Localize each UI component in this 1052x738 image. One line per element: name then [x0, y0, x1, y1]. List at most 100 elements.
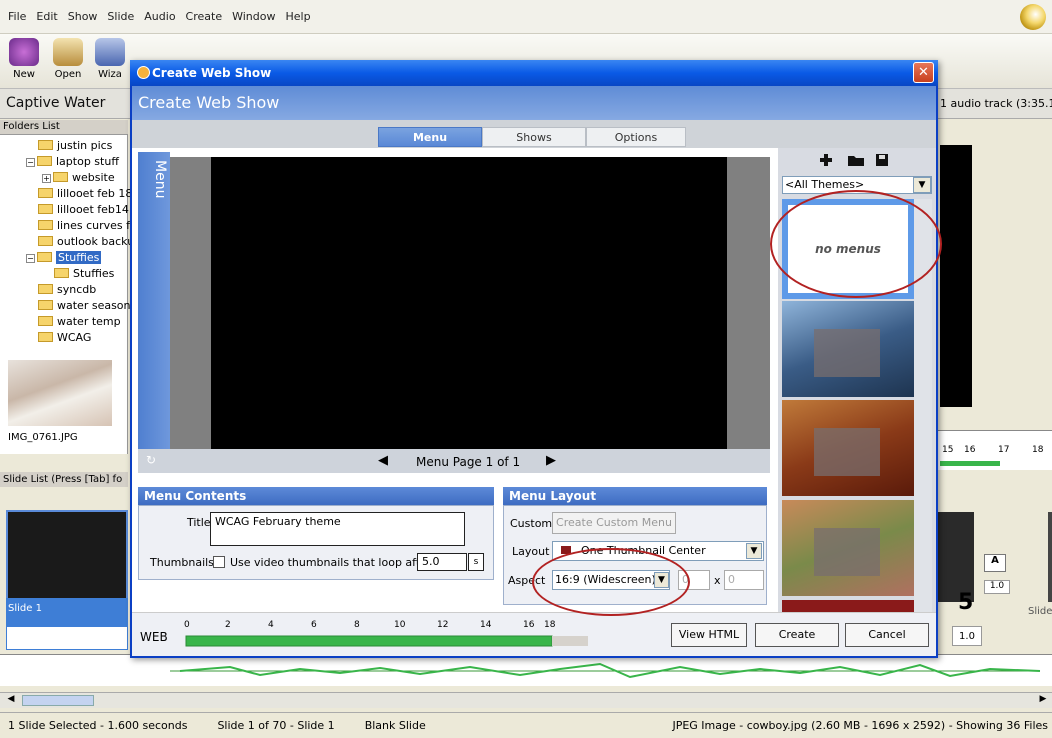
menu-window[interactable]: Window	[232, 10, 275, 23]
aspect-x-label: x	[714, 574, 721, 587]
scroll-left-icon[interactable]: ◀	[4, 694, 18, 707]
aspect-height-input[interactable]: 0	[724, 570, 764, 590]
chevron-down-icon[interactable]: ▼	[913, 177, 931, 193]
timeline-ruler[interactable]: 15 16 17 18	[938, 430, 1052, 470]
folder-item-selected[interactable]: − Stuffies	[26, 250, 102, 266]
theme-thumbnail[interactable]	[782, 400, 914, 496]
folder-item[interactable]: + website	[42, 170, 115, 186]
folder-icon	[38, 220, 53, 230]
slide-thumbnail[interactable]	[938, 512, 974, 602]
cancel-button[interactable]: Cancel	[845, 623, 929, 647]
slide-thumbnail[interactable]	[1048, 512, 1052, 602]
view-html-button[interactable]: View HTML	[671, 623, 747, 647]
timeline-tick: 15	[942, 445, 954, 455]
folder-icon	[38, 284, 53, 294]
loop-duration-input[interactable]: 5.0	[417, 553, 467, 571]
thumbnail-filename: IMG_0761.JPG	[8, 432, 78, 443]
status-slide-type: Blank Slide	[364, 719, 426, 732]
prev-page-icon[interactable]: ◀	[378, 453, 388, 468]
waveform-graphic	[170, 662, 1041, 679]
menu-edit[interactable]: Edit	[36, 10, 57, 23]
folder-item[interactable]: Stuffies	[54, 266, 114, 282]
open-theme-icon[interactable]	[848, 156, 864, 166]
status-file-info: JPEG Image - cowboy.jpg (2.60 MB - 1696 …	[672, 719, 1048, 732]
ruler-tick: 14	[480, 620, 492, 630]
app-logo-icon	[1020, 4, 1046, 30]
menu-audio[interactable]: Audio	[144, 10, 175, 23]
thumbnails-label: Thumbnails	[150, 556, 214, 569]
audio-info: 1 audio track (3:35.10)	[940, 97, 1052, 110]
folder-icon	[37, 156, 52, 166]
folder-item[interactable]: water season	[38, 298, 131, 314]
web-label: WEB	[140, 630, 168, 644]
audio-waveform[interactable]	[0, 654, 1052, 686]
title-input[interactable]: WCAG February theme	[210, 512, 465, 546]
open-button[interactable]: Open	[48, 38, 88, 80]
folder-icon	[38, 140, 53, 150]
slide-list-header: Slide List (Press [Tab] fo	[0, 472, 128, 487]
folder-item[interactable]: WCAG	[38, 330, 91, 346]
slide-1-fields[interactable]	[6, 626, 128, 650]
theme-thumbnail[interactable]	[782, 500, 914, 596]
slide-duration[interactable]: 1.0	[952, 626, 982, 646]
refresh-icon[interactable]: ↻	[143, 453, 159, 469]
layout-label: Layout	[512, 545, 550, 558]
ruler-tick: 18	[544, 620, 556, 630]
ruler-tick: 8	[354, 620, 360, 630]
folder-item[interactable]: lillooet feb14	[38, 202, 129, 218]
folder-icon	[53, 172, 68, 182]
add-theme-icon[interactable]	[820, 154, 832, 166]
custom-label: Custom	[510, 517, 553, 530]
folder-icon	[54, 268, 69, 278]
folder-icon	[38, 188, 53, 198]
wizard-button[interactable]: Wiza	[92, 38, 128, 80]
tab-options[interactable]: Options	[586, 127, 686, 147]
collapse-icon[interactable]: −	[26, 158, 35, 167]
menu-preview-canvas[interactable]	[211, 157, 727, 449]
folder-item[interactable]: justin pics	[38, 138, 112, 154]
menu-layout-header: Menu Layout	[503, 487, 767, 505]
project-name: Captive Water	[6, 95, 106, 111]
slide-1-label: Slide 1	[6, 598, 128, 626]
tab-menu[interactable]: Menu	[378, 127, 482, 147]
menu-bar: File Edit Show Slide Audio Create Window…	[0, 0, 1052, 34]
folder-icon	[38, 236, 53, 246]
wizard-label: Wiza	[98, 69, 122, 80]
image-thumbnail[interactable]	[8, 360, 112, 426]
theme-frame	[814, 428, 880, 476]
video-thumbnails-checkbox[interactable]	[213, 556, 225, 568]
save-theme-icon[interactable]	[876, 154, 888, 166]
folder-item[interactable]: lines curves f	[38, 218, 130, 234]
menu-create[interactable]: Create	[186, 10, 223, 23]
timeline-tick: 16	[964, 445, 976, 455]
new-label: New	[13, 69, 35, 80]
menu-help[interactable]: Help	[285, 10, 310, 23]
ab-duration[interactable]: 1.0	[984, 580, 1010, 594]
new-button[interactable]: New	[4, 38, 44, 80]
create-button[interactable]: Create	[755, 623, 839, 647]
scroll-right-icon[interactable]: ▶	[1036, 694, 1050, 707]
menu-file[interactable]: File	[8, 10, 26, 23]
tab-shows[interactable]: Shows	[482, 127, 586, 147]
chevron-down-icon[interactable]: ▼	[746, 543, 762, 559]
new-icon	[9, 38, 39, 66]
next-page-icon[interactable]: ▶	[546, 453, 556, 468]
scroll-thumb[interactable]	[22, 695, 94, 706]
create-custom-menu-button[interactable]: Create Custom Menu	[552, 512, 676, 534]
status-slide-position: Slide 1 of 70 - Slide 1	[217, 719, 335, 732]
folder-item[interactable]: water temp	[38, 314, 121, 330]
folder-item[interactable]: lillooet feb 18-	[38, 186, 136, 202]
theme-thumbnail[interactable]	[782, 301, 914, 397]
folder-item[interactable]: syncdb	[38, 282, 96, 298]
horizontal-scrollbar[interactable]: ◀ ▶	[0, 692, 1052, 708]
folder-item[interactable]: − laptop stuff	[26, 154, 119, 170]
menu-show[interactable]: Show	[68, 10, 98, 23]
collapse-icon[interactable]: −	[26, 254, 35, 263]
dialog-close-button[interactable]: ✕	[913, 62, 934, 83]
timeline-tick: 17	[998, 445, 1010, 455]
ruler-tick: 2	[225, 620, 231, 630]
expand-icon[interactable]: +	[42, 174, 51, 183]
folder-item[interactable]: outlook backu	[38, 234, 134, 250]
dialog-header: Create Web Show	[132, 86, 936, 120]
menu-slide[interactable]: Slide	[107, 10, 134, 23]
